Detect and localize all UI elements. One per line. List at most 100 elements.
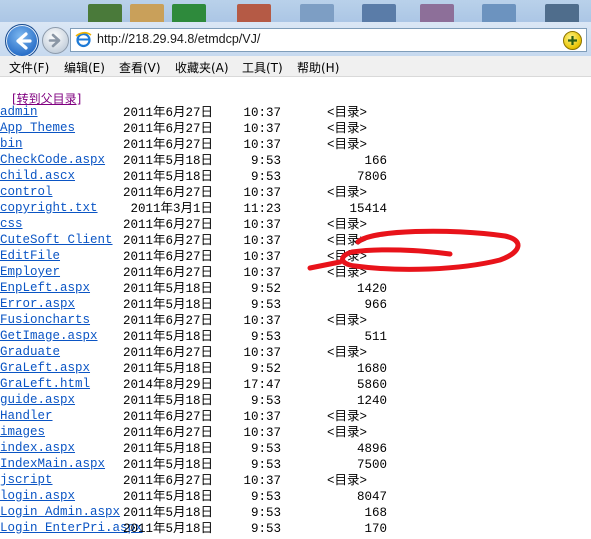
row-dir-marker: <目录> xyxy=(326,346,367,360)
row-date: 2011年5月18日 xyxy=(122,298,213,312)
menu-file[interactable]: 文件(F) xyxy=(9,59,49,76)
row-time: 10:37 xyxy=(243,314,281,328)
row-size: 1680 xyxy=(356,362,387,376)
file-link[interactable]: child.ascx xyxy=(0,169,75,183)
listing-row: 2011年6月27日 10:37 <目录> Employer xyxy=(0,265,591,281)
row-date: 2011年5月18日 xyxy=(122,394,213,408)
listing-row: 2011年5月18日 9:53 168 Login_Admin.aspx xyxy=(0,505,591,521)
listing-row: 2011年5月18日 9:53 170 Login_EnterPri.aspx xyxy=(0,521,591,537)
row-time: 10:37 xyxy=(243,426,281,440)
listing-row: 2011年6月27日 10:37 <目录> Fusioncharts xyxy=(0,313,591,329)
file-link[interactable]: Login_EnterPri.aspx xyxy=(0,521,143,535)
folder-link[interactable]: css xyxy=(0,217,23,231)
listing-row: 2011年5月18日 9:52 1680 GraLeft.aspx xyxy=(0,361,591,377)
row-date: 2011年5月18日 xyxy=(122,282,213,296)
back-button[interactable] xyxy=(5,24,39,58)
row-size: 1420 xyxy=(356,282,387,296)
row-dir-marker: <目录> xyxy=(326,138,367,152)
listing-row: 2011年6月27日 10:37 <目录> admin xyxy=(0,105,591,121)
row-time: 9:53 xyxy=(250,506,281,520)
row-time: 9:53 xyxy=(250,394,281,408)
arrow-left-icon xyxy=(16,32,32,50)
row-date: 2011年5月18日 xyxy=(122,442,213,456)
folder-link[interactable]: images xyxy=(0,425,45,439)
folder-link[interactable]: Graduate xyxy=(0,345,60,359)
row-date: 2011年5月18日 xyxy=(122,154,213,168)
listing-row: 2011年6月27日 10:37 <目录> Graduate xyxy=(0,345,591,361)
taskbar-thumbnail xyxy=(130,4,164,24)
file-link[interactable]: Login_Admin.aspx xyxy=(0,505,120,519)
row-time: 9:53 xyxy=(250,154,281,168)
file-link[interactable]: login.aspx xyxy=(0,489,75,503)
row-size: 8047 xyxy=(356,490,387,504)
row-time: 9:53 xyxy=(250,330,281,344)
row-date: 2011年5月18日 xyxy=(122,522,213,536)
go-icon[interactable] xyxy=(563,31,582,50)
row-date: 2011年3月1日 xyxy=(130,202,213,216)
row-time: 10:37 xyxy=(243,474,281,488)
folder-link[interactable]: control xyxy=(0,185,53,199)
file-link[interactable]: IndexMain.aspx xyxy=(0,457,105,471)
row-dir-marker: <目录> xyxy=(326,122,367,136)
file-link[interactable]: Error.aspx xyxy=(0,297,75,311)
taskbar-thumbnail xyxy=(482,4,516,24)
row-date: 2011年6月27日 xyxy=(122,138,213,152)
row-size: 5860 xyxy=(356,378,387,392)
row-size: 168 xyxy=(364,506,387,520)
listing-row: 2011年3月1日 11:23 15414 copyright.txt xyxy=(0,201,591,217)
menu-edit[interactable]: 编辑(E) xyxy=(64,59,105,76)
row-date: 2011年5月18日 xyxy=(122,330,213,344)
row-size: 966 xyxy=(364,298,387,312)
row-date: 2011年6月27日 xyxy=(122,186,213,200)
file-link[interactable]: CheckCode.aspx xyxy=(0,153,105,167)
file-link[interactable]: guide.aspx xyxy=(0,393,75,407)
listing-row: 2011年6月27日 10:37 <目录> images xyxy=(0,425,591,441)
listing-row: 2011年5月18日 9:53 966 Error.aspx xyxy=(0,297,591,313)
folder-link[interactable]: CuteSoft_Client xyxy=(0,233,113,247)
folder-link[interactable]: Employer xyxy=(0,265,60,279)
row-size: 170 xyxy=(364,522,387,536)
listing-row: 2011年5月18日 9:53 166 CheckCode.aspx xyxy=(0,153,591,169)
menu-help[interactable]: 帮助(H) xyxy=(297,59,339,76)
taskbar-thumbnail xyxy=(300,4,334,24)
listing-row: 2011年6月27日 10:37 <目录> css xyxy=(0,217,591,233)
folder-link[interactable]: Fusioncharts xyxy=(0,313,90,327)
row-time: 10:37 xyxy=(243,346,281,360)
row-time: 10:37 xyxy=(243,410,281,424)
forward-button[interactable] xyxy=(42,27,69,54)
row-date: 2011年6月27日 xyxy=(122,314,213,328)
menu-view[interactable]: 查看(V) xyxy=(119,59,161,76)
row-size: 15414 xyxy=(349,202,387,216)
row-size: 511 xyxy=(364,330,387,344)
folder-link[interactable]: EditFile xyxy=(0,249,60,263)
taskbar-thumbnail xyxy=(88,4,122,24)
row-date: 2011年5月18日 xyxy=(122,506,213,520)
row-date: 2011年6月27日 xyxy=(122,474,213,488)
listing-row: 2011年6月27日 10:37 <目录> control xyxy=(0,185,591,201)
folder-link[interactable]: jscript xyxy=(0,473,53,487)
folder-link[interactable]: bin xyxy=(0,137,23,151)
folder-link[interactable]: admin xyxy=(0,105,38,119)
file-link[interactable]: index.aspx xyxy=(0,441,75,455)
file-link[interactable]: GraLeft.aspx xyxy=(0,361,90,375)
taskbar-thumbnail xyxy=(172,4,206,24)
row-date: 2011年6月27日 xyxy=(122,346,213,360)
file-link[interactable]: EnpLeft.aspx xyxy=(0,281,90,295)
row-time: 10:37 xyxy=(243,266,281,280)
row-size: 1240 xyxy=(356,394,387,408)
address-url[interactable]: http://218.29.94.8/etmdcp/VJ/ xyxy=(97,32,260,46)
listing-row: 2011年6月27日 10:37 <目录> bin xyxy=(0,137,591,153)
folder-link[interactable]: Handler xyxy=(0,409,53,423)
row-size: 7806 xyxy=(356,170,387,184)
row-dir-marker: <目录> xyxy=(326,474,367,488)
address-bar[interactable]: http://218.29.94.8/etmdcp/VJ/ xyxy=(70,28,587,52)
row-date: 2011年5月18日 xyxy=(122,490,213,504)
file-link[interactable]: GraLeft.html xyxy=(0,377,90,391)
row-time: 10:37 xyxy=(243,138,281,152)
file-link[interactable]: copyright.txt xyxy=(0,201,98,215)
folder-link[interactable]: App_Themes xyxy=(0,121,75,135)
file-link[interactable]: GetImage.aspx xyxy=(0,329,98,343)
menu-favorites[interactable]: 收藏夹(A) xyxy=(175,59,229,76)
menu-tools[interactable]: 工具(T) xyxy=(242,59,283,76)
directory-listing: [转到父目录] 2011年6月27日 10:37 <目录> admin 2011年6月2… xyxy=(0,78,591,539)
